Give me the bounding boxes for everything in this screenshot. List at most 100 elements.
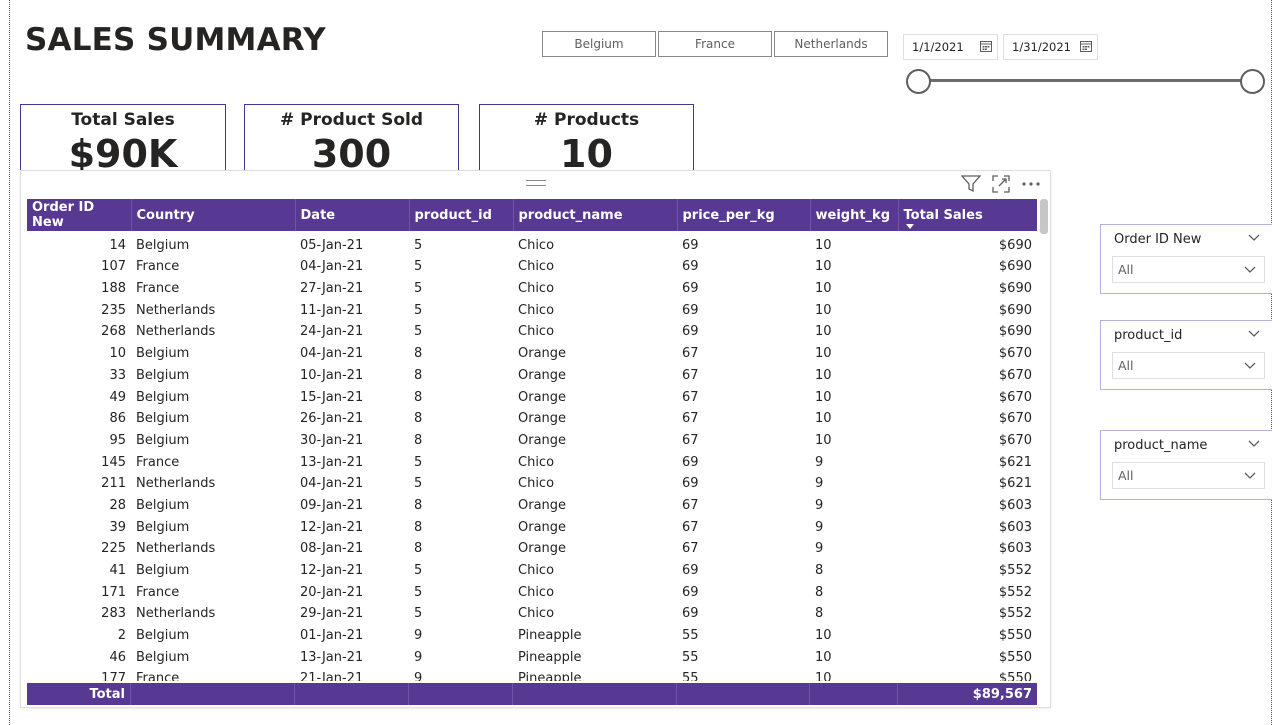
table-cell: $550 [998,628,1032,644]
table-cell: 9 [414,628,423,644]
table-row[interactable]: 171 France 20-Jan-21 5 Chico 69 8 $552 [27,578,1037,600]
country-filter-netherlands[interactable]: Netherlands [774,31,888,57]
table-row[interactable]: 145 France 13-Jan-21 5 Chico 69 9 $621 [27,448,1037,470]
page-title: SALES SUMMARY [25,22,326,58]
slicer-dropdown[interactable]: All [1112,256,1265,283]
table-cell: 5 [414,606,423,622]
table-cell: 04-Jan-21 [300,259,364,275]
table-row[interactable]: 107 France 04-Jan-21 5 Chico 69 10 $690 [27,253,1037,275]
table-cell: 8 [414,389,423,405]
table-cell: Orange [518,389,567,405]
table-row[interactable]: 268 Netherlands 24-Jan-21 5 Chico 69 10 $690 [27,318,1037,340]
chevron-down-icon[interactable] [1248,234,1260,242]
focus-mode-icon[interactable] [990,173,1012,195]
table-cell: 8 [414,411,423,427]
table-cell: 10 [815,367,832,383]
table-cell: Chico [518,606,555,622]
chevron-down-icon[interactable] [1248,330,1260,338]
end-date-input[interactable]: 1/31/2021 [1003,34,1098,60]
calendar-icon[interactable] [980,40,992,52]
table-cell: 69 [682,281,699,297]
header-row: Order ID New Country Date product_id pro… [27,199,1037,231]
table-header: Order ID New Country Date product_id pro… [27,199,1037,231]
table-cell: Orange [518,432,567,448]
table-row[interactable]: 95 Belgium 30-Jan-21 8 Orange 67 10 $670 [27,426,1037,448]
table-cell: 41 [109,563,126,578]
table-row[interactable]: 10 Belgium 04-Jan-21 8 Orange 67 10 $670 [27,339,1037,361]
table-row[interactable]: 225 Netherlands 08-Jan-21 8 Orange 67 9 $603 [27,535,1037,556]
kpi-value: 10 [560,132,613,170]
table-row[interactable]: 188 France 27-Jan-21 5 Chico 69 10 $690 [27,274,1037,296]
column-header-country[interactable]: Country [131,199,296,231]
table-cell: 5 [414,259,423,275]
table-row[interactable]: 14 Belgium 05-Jan-21 5 Chico 69 10 $690 [27,231,1037,253]
table-row[interactable]: 41 Belgium 12-Jan-21 5 Chico 69 8 $552 [27,556,1037,578]
table-body: 14 Belgium 05-Jan-21 5 Chico 69 10 $690 107 Franc… [27,231,1037,681]
table-cell: 8 [414,432,423,448]
table-cell: 49 [109,389,126,405]
table-cell: France [136,259,180,275]
column-header-price-per-kg[interactable]: price_per_kg [677,199,811,231]
table-row[interactable]: 177 France 21-Jan-21 9 Pineapple 55 10 $550 [27,665,1037,681]
table-cell: 69 [682,563,699,578]
table-cell: 67 [682,367,699,383]
table-cell: Pineapple [518,671,582,681]
table-cell: 69 [682,324,699,340]
table-row[interactable]: 211 Netherlands 04-Jan-21 5 Chico 69 9 $621 [27,470,1037,491]
date-range-slider-track[interactable] [919,79,1253,82]
table-cell: 10 [815,324,832,340]
more-options-icon[interactable] [1020,173,1042,195]
kpi-card-products-sold: # Product Sold 300 [244,104,459,170]
total-label: Total [27,683,131,705]
total-cell-empty [513,683,677,705]
table-cell: 177 [101,671,126,681]
chevron-down-icon[interactable] [1248,440,1260,448]
table-cell: 10-Jan-21 [300,367,364,383]
column-header-order-id[interactable]: Order ID New [27,199,132,231]
calendar-icon[interactable] [1080,40,1092,52]
table-row[interactable]: 49 Belgium 15-Jan-21 8 Orange 67 10 $670 [27,383,1037,405]
table-cell: 9 [414,671,423,681]
slicer-dropdown[interactable]: All [1112,462,1265,489]
table-cell: 13-Jan-21 [300,649,364,665]
total-cell-empty [409,683,513,705]
table-cell: 9 [815,519,824,535]
table-row[interactable]: 86 Belgium 26-Jan-21 8 Orange 67 10 $670 [27,405,1037,427]
table-cell: 283 [101,606,126,622]
table-cell: 5 [414,281,423,297]
table-row[interactable]: 46 Belgium 13-Jan-21 9 Pineapple 55 10 $550 [27,643,1037,665]
filter-icon[interactable] [960,173,982,195]
table-cell: 8 [414,367,423,383]
table-cell: 69 [682,259,699,275]
table-cell: Belgium [136,563,190,578]
country-filter-france[interactable]: France [658,31,772,57]
table-cell: $670 [998,432,1032,448]
table-cell: $670 [998,411,1032,427]
column-header-date[interactable]: Date [295,199,410,231]
column-header-product-id[interactable]: product_id [409,199,514,231]
table-row[interactable]: 2 Belgium 01-Jan-21 9 Pineapple 55 10 $550 [27,621,1037,643]
table-cell: France [136,671,180,681]
date-slider-start-handle[interactable] [906,69,931,94]
table-cell: 69 [682,606,699,622]
country-filter-belgium[interactable]: Belgium [542,31,656,57]
table-cell: Belgium [136,237,190,253]
table-scrollbar[interactable] [1040,199,1048,234]
table-cell: 8 [815,563,824,578]
table-row[interactable]: 28 Belgium 09-Jan-21 8 Orange 67 9 $603 [27,491,1037,513]
table-row[interactable]: 39 Belgium 12-Jan-21 8 Orange 67 9 $603 [27,513,1037,535]
table-row[interactable]: 33 Belgium 10-Jan-21 8 Orange 67 10 $670 [27,361,1037,383]
table-row[interactable]: 235 Netherlands 11-Jan-21 5 Chico 69 10 $690 [27,296,1037,318]
slicer-dropdown[interactable]: All [1112,352,1265,379]
column-header-total-sales[interactable]: Total Sales [898,199,1037,231]
table-cell: 235 [101,302,126,318]
column-header-weight-kg[interactable]: weight_kg [810,199,899,231]
table-cell: $552 [998,584,1032,600]
column-header-product-name[interactable]: product_name [513,199,678,231]
start-date-input[interactable]: 1/1/2021 [903,34,998,60]
slicer-title: product_name [1114,438,1208,453]
table-cell: 8 [815,584,824,600]
table-row[interactable]: 283 Netherlands 29-Jan-21 5 Chico 69 8 $552 [27,600,1037,622]
drag-handle-icon[interactable] [526,180,546,186]
date-slider-end-handle[interactable] [1240,69,1265,94]
